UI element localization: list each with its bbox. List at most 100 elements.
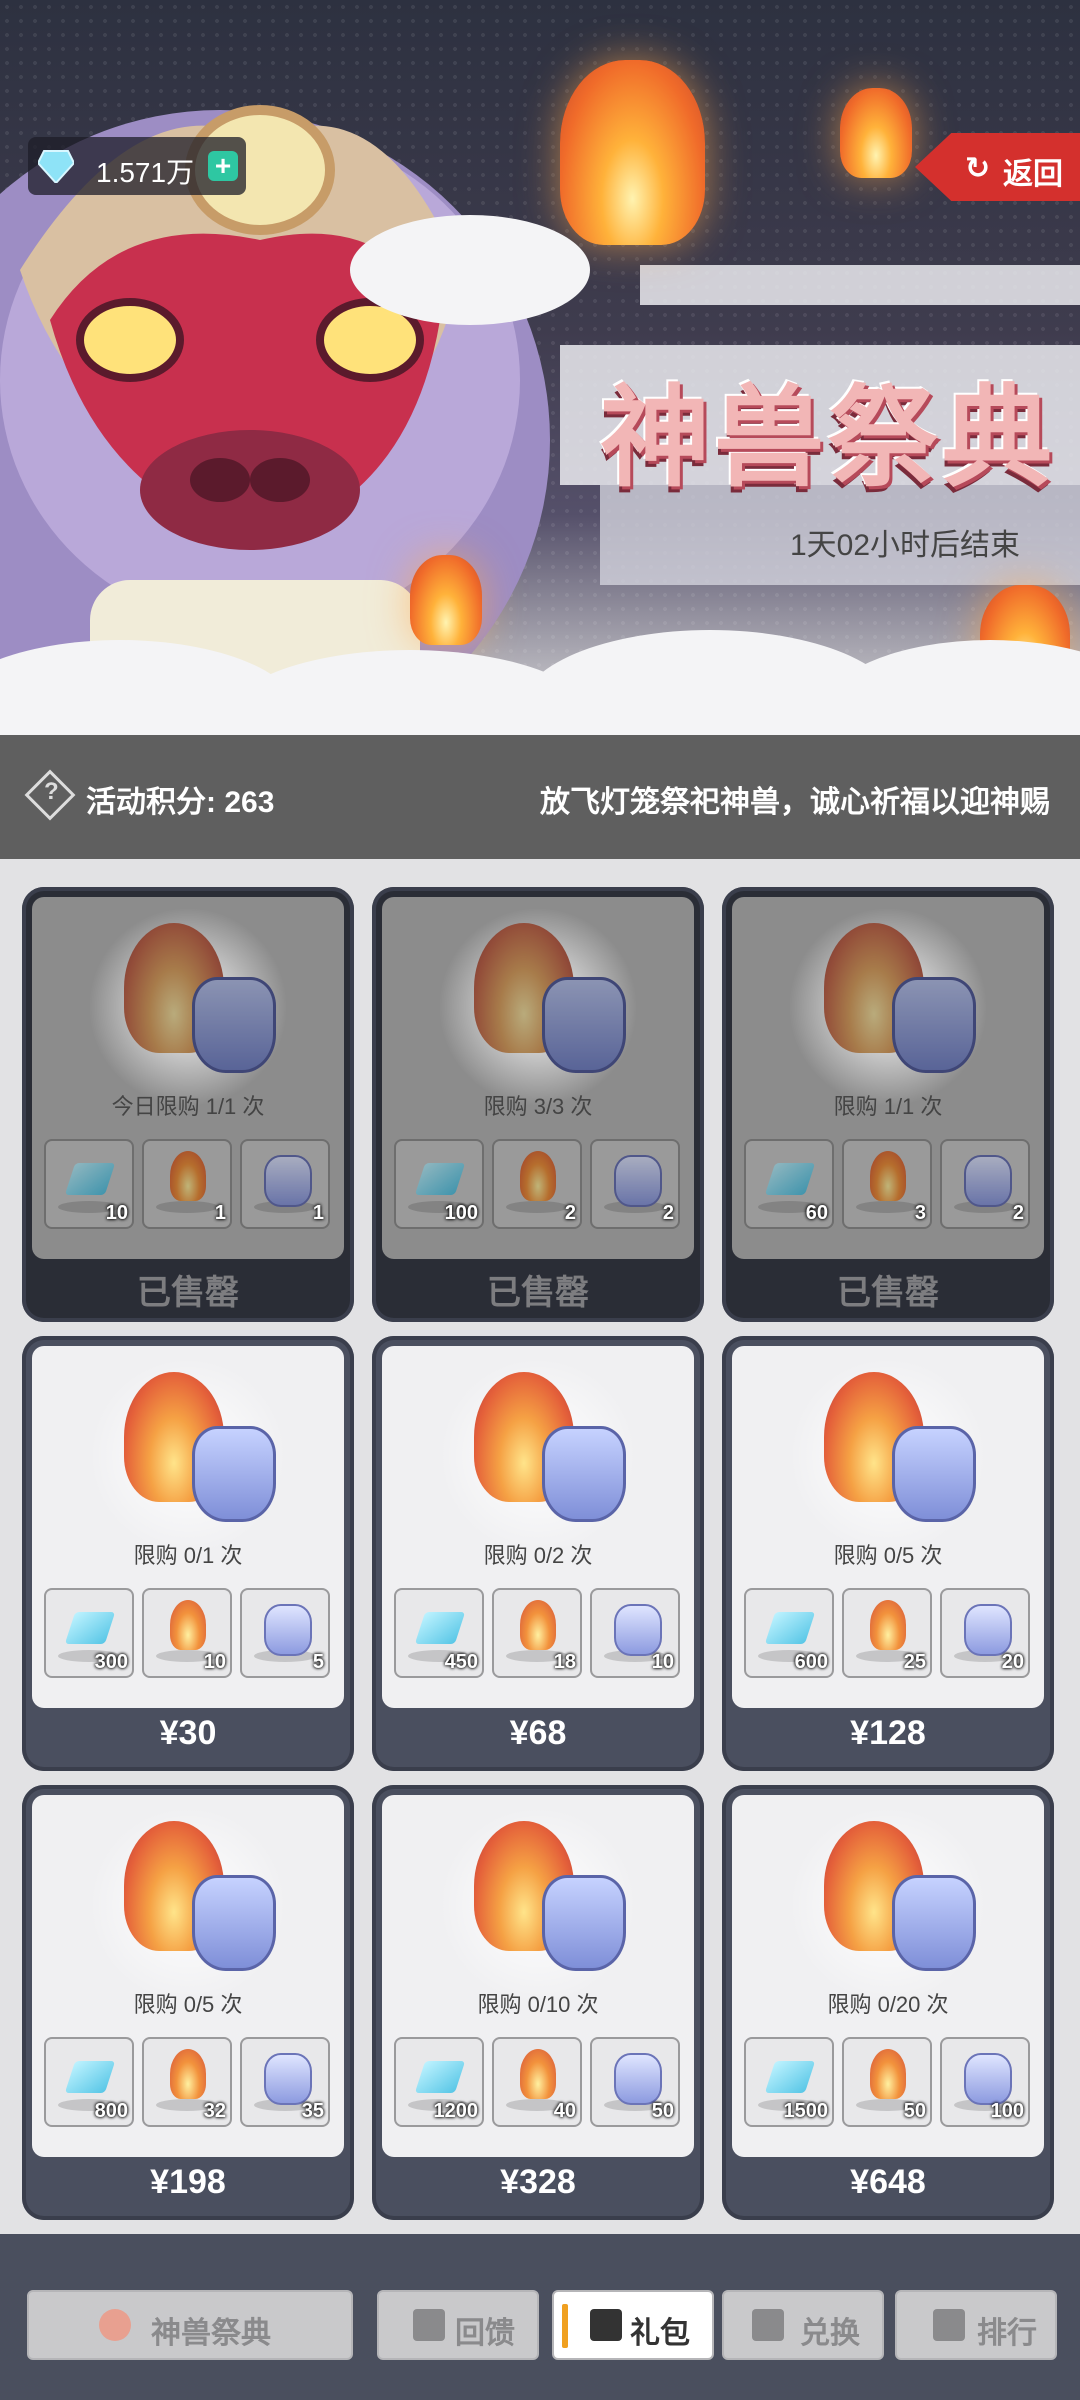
gem-icon bbox=[38, 150, 74, 183]
pack-item[interactable]: 2 bbox=[940, 1139, 1030, 1229]
item-count: 100 bbox=[990, 2100, 1024, 2122]
sky-lantern-icon bbox=[870, 1600, 906, 1650]
pack-item[interactable]: 35 bbox=[240, 2037, 330, 2127]
price-button[interactable]: ¥128 bbox=[722, 1714, 1054, 1753]
item-shadow bbox=[856, 1201, 918, 1213]
item-count: 60 bbox=[805, 1202, 828, 1224]
gift-pack-card[interactable]: 今日限购 1/1 次 10 1 1 已售罄 bbox=[22, 887, 354, 1322]
pack-item[interactable]: 20 bbox=[940, 1588, 1030, 1678]
pack-item[interactable]: 18 bbox=[492, 1588, 582, 1678]
tab-rewards[interactable]: 回馈 bbox=[377, 2290, 539, 2360]
beast-mask-icon bbox=[964, 1155, 1012, 1207]
item-count: 2 bbox=[1012, 1202, 1024, 1224]
event-title: 神兽祭典 bbox=[600, 377, 1056, 500]
gift-pack-card[interactable]: 限购 0/5 次 600 25 20 ¥128 bbox=[722, 1336, 1054, 1771]
pack-item[interactable]: 2 bbox=[590, 1139, 680, 1229]
gift-pack-card[interactable]: 限购 0/2 次 450 18 10 ¥68 bbox=[372, 1336, 704, 1771]
pack-item[interactable]: 300 bbox=[44, 1588, 134, 1678]
pack-content: 限购 0/5 次 600 25 20 bbox=[732, 1346, 1044, 1708]
sky-lantern-icon bbox=[170, 1151, 206, 1201]
pack-item[interactable]: 1500 bbox=[744, 2037, 834, 2127]
sky-lantern bbox=[840, 88, 912, 178]
price-button[interactable]: ¥30 bbox=[22, 1714, 354, 1753]
pack-item[interactable]: 60 bbox=[744, 1139, 834, 1229]
gift-pack-card[interactable]: 限购 1/1 次 60 3 2 已售罄 bbox=[722, 887, 1054, 1322]
beast-mask-icon bbox=[264, 2053, 312, 2105]
pack-content: 限购 0/2 次 450 18 10 bbox=[382, 1346, 694, 1708]
pack-item[interactable]: 40 bbox=[492, 2037, 582, 2127]
beast-mask-icon bbox=[192, 1875, 276, 1971]
item-count: 50 bbox=[651, 2100, 674, 2122]
gem-icon bbox=[414, 1163, 466, 1195]
tab-exchange[interactable]: 兑换 bbox=[722, 2290, 884, 2360]
pack-item[interactable]: 3 bbox=[842, 1139, 932, 1229]
pack-item[interactable]: 1200 bbox=[394, 2037, 484, 2127]
gem-icon bbox=[64, 2061, 116, 2093]
purchase-limit: 限购 0/1 次 bbox=[133, 1543, 243, 1568]
item-count: 450 bbox=[444, 1651, 478, 1673]
pack-item[interactable]: 1 bbox=[240, 1139, 330, 1229]
pack-item[interactable]: 50 bbox=[590, 2037, 680, 2127]
item-count: 100 bbox=[444, 1202, 478, 1224]
pack-item[interactable]: 50 bbox=[842, 2037, 932, 2127]
purchase-limit: 限购 1/1 次 bbox=[833, 1094, 943, 1119]
item-count: 32 bbox=[203, 2100, 226, 2122]
gem-icon bbox=[414, 2061, 466, 2093]
pack-item[interactable]: 2 bbox=[492, 1139, 582, 1229]
pack-item[interactable]: 5 bbox=[240, 1588, 330, 1678]
pack-item[interactable]: 10 bbox=[142, 1588, 232, 1678]
pack-item[interactable]: 600 bbox=[744, 1588, 834, 1678]
exchange-icon bbox=[752, 2309, 784, 2341]
pack-item[interactable]: 25 bbox=[842, 1588, 932, 1678]
gift-pack-card[interactable]: 限购 3/3 次 100 2 2 已售罄 bbox=[372, 887, 704, 1322]
gem-icon bbox=[64, 1163, 116, 1195]
sky-lantern-icon bbox=[520, 2049, 556, 2099]
purchase-limit: 今日限购 1/1 次 bbox=[111, 1094, 265, 1119]
beast-mask-icon bbox=[892, 1426, 976, 1522]
item-count: 2 bbox=[662, 1202, 674, 1224]
tab-gift-packs[interactable]: 礼包 bbox=[552, 2290, 714, 2360]
gift-pack-card[interactable]: 限购 0/5 次 800 32 35 ¥198 bbox=[22, 1785, 354, 2220]
help-question-mark: ? bbox=[44, 778, 59, 805]
pack-item[interactable]: 100 bbox=[394, 1139, 484, 1229]
pack-item[interactable]: 100 bbox=[940, 2037, 1030, 2127]
price-button[interactable]: ¥198 bbox=[22, 2163, 354, 2202]
gem-icon bbox=[764, 1163, 816, 1195]
pack-item[interactable]: 10 bbox=[590, 1588, 680, 1678]
cloud bbox=[350, 215, 590, 325]
return-arrow-icon: ↻ bbox=[965, 152, 991, 185]
item-count: 10 bbox=[105, 1202, 128, 1224]
pack-item[interactable]: 800 bbox=[44, 2037, 134, 2127]
pack-item[interactable]: 1 bbox=[142, 1139, 232, 1229]
beast-mask-icon bbox=[542, 1426, 626, 1522]
pack-item[interactable]: 32 bbox=[142, 2037, 232, 2127]
add-currency-button[interactable]: + bbox=[208, 151, 238, 181]
sold-out-label: 已售罄 bbox=[487, 1274, 589, 1312]
tab-label: 兑换 bbox=[800, 2317, 860, 2350]
pack-item[interactable]: 10 bbox=[44, 1139, 134, 1229]
purchase-limit: 限购 0/10 次 bbox=[477, 1992, 599, 2017]
gift-pack-card[interactable]: 限购 0/10 次 1200 40 50 ¥328 bbox=[372, 1785, 704, 2220]
item-count: 600 bbox=[794, 1651, 828, 1673]
currency-amount: 1.571万 bbox=[96, 157, 195, 188]
purchase-limit: 限购 0/5 次 bbox=[833, 1543, 943, 1568]
gift-pack-card[interactable]: 限购 0/20 次 1500 50 100 ¥648 bbox=[722, 1785, 1054, 2220]
tab-ranking[interactable]: 排行 bbox=[895, 2290, 1057, 2360]
beast-mask-icon bbox=[264, 1155, 312, 1207]
tab-divine-beast-festival[interactable]: 神兽祭典 bbox=[27, 2290, 353, 2360]
sky-lantern-icon bbox=[170, 2049, 206, 2099]
price-button[interactable]: ¥648 bbox=[722, 2163, 1054, 2202]
price-button[interactable]: ¥68 bbox=[372, 1714, 704, 1753]
item-count: 2 bbox=[564, 1202, 576, 1224]
pack-item[interactable]: 450 bbox=[394, 1588, 484, 1678]
event-description: 放飞灯笼祭祀神兽，诚心祈福以迎神赐 bbox=[540, 786, 1050, 819]
gift-pack-card[interactable]: 限购 0/1 次 300 10 5 ¥30 bbox=[22, 1336, 354, 1771]
event-banner: 1.571万 + ↻ 返回 神兽祭典 1天02小时后结束 bbox=[0, 0, 1080, 735]
gem-icon bbox=[414, 1612, 466, 1644]
price-button[interactable]: ¥328 bbox=[372, 2163, 704, 2202]
pack-content: 限购 3/3 次 100 2 2 bbox=[382, 897, 694, 1259]
beast-mask-icon bbox=[264, 1604, 312, 1656]
tab-label: 神兽祭典 bbox=[151, 2317, 271, 2350]
item-count: 5 bbox=[312, 1651, 324, 1673]
tab-label: 礼包 bbox=[630, 2317, 690, 2350]
